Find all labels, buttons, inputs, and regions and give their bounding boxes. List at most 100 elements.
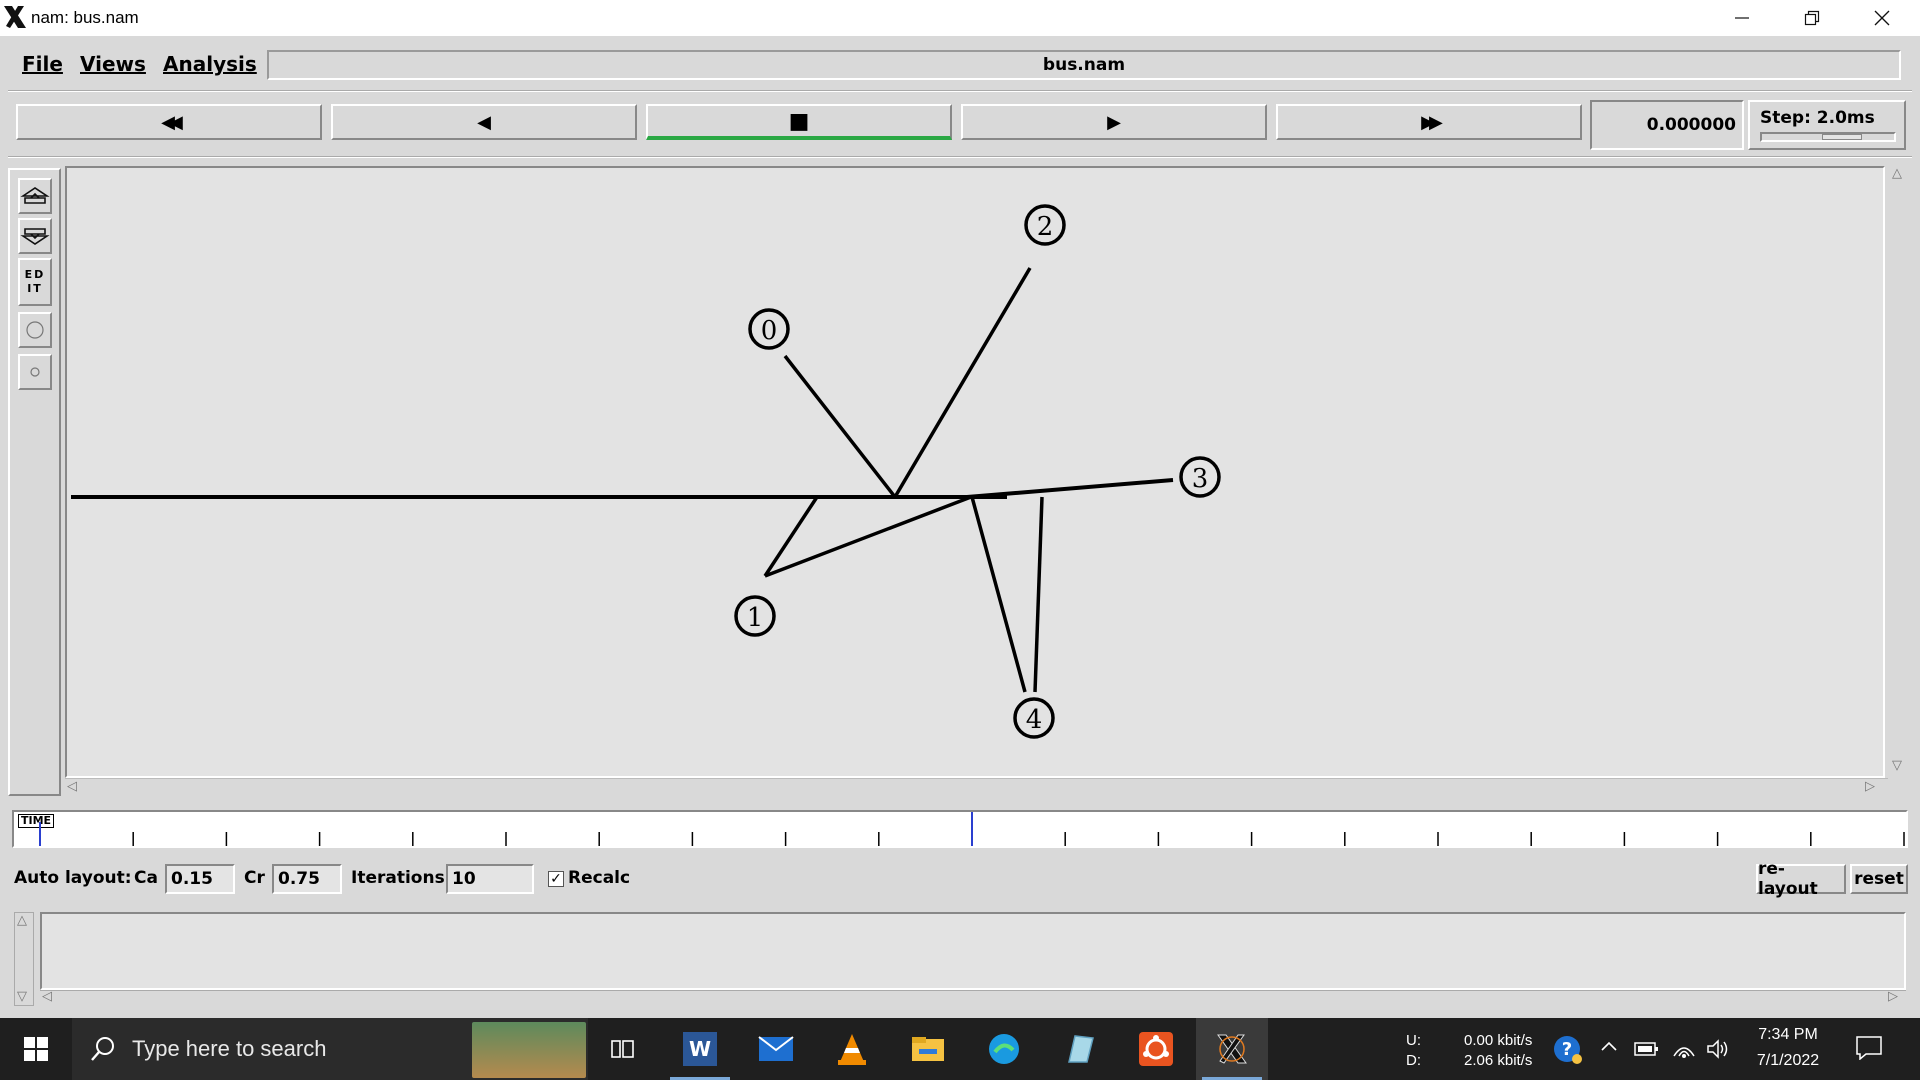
scroll-left-icon[interactable]: ◁ — [42, 989, 52, 1004]
scroll-down-icon[interactable]: ▽ — [17, 989, 27, 1004]
taskbar-search-box[interactable]: Type here to search — [72, 1018, 588, 1080]
step-label: Step: 2.0ms — [1760, 108, 1875, 128]
notifications-button[interactable] — [1856, 1036, 1882, 1064]
step-control: Step: 2.0ms — [1748, 100, 1906, 150]
link-1b — [764, 495, 972, 578]
node-2[interactable]: 2 — [1024, 204, 1066, 246]
output-horizontal-scrollbar[interactable]: ◁ ▷ — [40, 989, 1906, 1006]
iterations-input[interactable]: 10 — [446, 864, 534, 894]
search-placeholder: Type here to search — [132, 1036, 327, 1061]
bus-link — [966, 478, 1174, 499]
xming-icon — [1217, 1034, 1247, 1064]
minimize-icon — [1735, 17, 1749, 19]
left-toolbar: ED IT — [8, 168, 61, 796]
app-icon — [1068, 1035, 1094, 1063]
edit-tool-button[interactable]: ED IT — [18, 258, 52, 306]
filename-display: bus.nam — [267, 50, 1901, 80]
wifi-tray-button[interactable] — [1672, 1038, 1696, 1064]
play-backward-icon: ◀ — [477, 111, 491, 133]
output-vertical-scrollbar[interactable]: △ ▽ — [14, 912, 34, 1006]
fast-rewind-button[interactable]: ◀◀ — [16, 104, 322, 140]
scroll-down-icon[interactable]: ▽ — [1892, 758, 1902, 773]
annotation-text-area[interactable] — [40, 912, 1906, 990]
menu-views[interactable]: Views — [80, 52, 146, 76]
scroll-left-icon[interactable]: ◁ — [67, 779, 77, 794]
ca-input[interactable]: 0.15 — [165, 864, 235, 894]
step-slider[interactable] — [1760, 132, 1896, 142]
speaker-icon — [1707, 1039, 1728, 1059]
circle-small-icon — [30, 367, 40, 377]
windows-taskbar: Type here to search W U: D: 0.00 kbit/s … — [0, 1018, 1920, 1080]
taskbar-vlc[interactable] — [816, 1018, 888, 1080]
taskbar-word[interactable]: W — [664, 1018, 736, 1080]
close-button[interactable] — [1848, 0, 1916, 36]
recalc-checkbox[interactable]: ✓ — [548, 871, 564, 887]
clock-time[interactable]: 7:34 PM — [1748, 1026, 1828, 1044]
windows-logo-icon — [24, 1037, 48, 1061]
task-view-button[interactable] — [588, 1018, 660, 1080]
taskbar-edge[interactable] — [968, 1018, 1040, 1080]
scroll-up-icon[interactable]: △ — [17, 913, 27, 928]
stop-button[interactable]: ■ — [646, 104, 952, 140]
node-4[interactable]: 4 — [1013, 697, 1055, 739]
file-explorer-icon — [912, 1037, 944, 1061]
upload-speed: 0.00 kbit/s — [1464, 1032, 1533, 1049]
fast-forward-icon: ▶▶ — [1421, 111, 1443, 133]
search-icon — [91, 1037, 114, 1061]
link-1a — [763, 496, 819, 577]
circle-large-button[interactable] — [18, 312, 52, 348]
timeline-slider[interactable]: TIME — [12, 810, 1908, 848]
menu-analysis[interactable]: Analysis — [163, 52, 257, 76]
ca-label: Ca — [134, 868, 158, 888]
node-2-label: 2 — [1037, 212, 1054, 242]
download-speed: 2.06 kbit/s — [1464, 1052, 1533, 1069]
search-highlight-image — [472, 1022, 586, 1078]
cr-label: Cr — [244, 868, 265, 888]
restore-icon — [1804, 10, 1820, 26]
battery-tray-button[interactable] — [1634, 1040, 1660, 1062]
node-3[interactable]: 3 — [1179, 456, 1221, 498]
scroll-up-icon[interactable]: △ — [1892, 166, 1902, 181]
show-hidden-icons-button[interactable] — [1600, 1038, 1618, 1060]
cr-input[interactable]: 0.75 — [272, 864, 342, 894]
x-logo-icon — [4, 6, 26, 28]
help-tray-button[interactable]: ? — [1552, 1034, 1584, 1070]
node-0[interactable]: 0 — [748, 308, 790, 350]
reset-button[interactable]: reset — [1850, 864, 1908, 894]
node-4-label: 4 — [1026, 705, 1043, 735]
zoom-out-button[interactable] — [18, 218, 52, 254]
taskbar-ubuntu[interactable] — [1120, 1018, 1192, 1080]
link-4a — [970, 496, 1027, 693]
scroll-right-icon[interactable]: ▷ — [1865, 779, 1875, 794]
window-title: nam: bus.nam — [31, 8, 139, 27]
zoom-in-icon — [20, 187, 50, 204]
close-icon — [1874, 10, 1890, 26]
volume-tray-button[interactable] — [1706, 1038, 1730, 1064]
rewind-button[interactable]: ◀ — [331, 104, 637, 140]
canvas-horizontal-scrollbar[interactable]: ◁ ▷ — [65, 778, 1888, 796]
taskbar-xming[interactable] — [1196, 1018, 1268, 1080]
play-button[interactable]: ▶ — [961, 104, 1267, 140]
step-slider-thumb[interactable] — [1822, 134, 1862, 140]
start-button[interactable] — [0, 1018, 72, 1080]
zoom-in-button[interactable] — [18, 178, 52, 214]
node-1[interactable]: 1 — [734, 595, 776, 637]
canvas-vertical-scrollbar[interactable]: △ ▽ — [1888, 166, 1910, 778]
menu-file[interactable]: File — [22, 52, 63, 76]
minimize-button[interactable] — [1708, 0, 1776, 36]
topology-canvas[interactable]: 0 2 3 1 4 — [65, 166, 1885, 778]
scroll-right-icon[interactable]: ▷ — [1888, 989, 1898, 1004]
task-view-icon — [611, 1040, 634, 1058]
taskbar-mail[interactable] — [740, 1018, 812, 1080]
fast-forward-button[interactable]: ▶▶ — [1276, 104, 1582, 140]
circle-small-button[interactable] — [18, 354, 52, 390]
taskbar-app[interactable] — [1044, 1018, 1116, 1080]
link-4b — [1033, 496, 1044, 693]
word-icon: W — [683, 1032, 717, 1066]
restore-button[interactable] — [1778, 0, 1846, 36]
clock-date[interactable]: 7/1/2022 — [1748, 1052, 1828, 1070]
auto-layout-label: Auto layout: — [14, 868, 132, 888]
window-title-bar: nam: bus.nam — [0, 0, 1920, 36]
taskbar-file-explorer[interactable] — [892, 1018, 964, 1080]
relayout-button[interactable]: re-layout — [1756, 859, 1846, 899]
